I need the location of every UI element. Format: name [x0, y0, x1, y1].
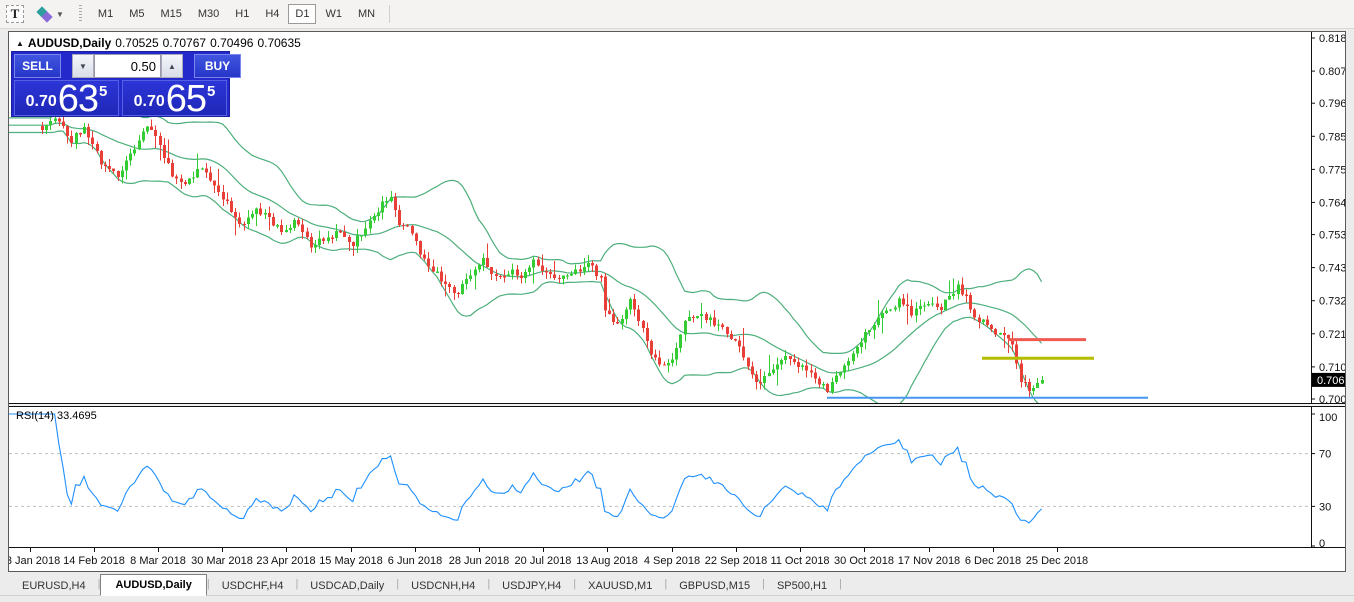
indicators-icon: [37, 6, 53, 22]
volume-stepper: ▼ ▲: [63, 54, 192, 78]
date-label: 28 Jun 2018: [449, 555, 510, 567]
date-label: 23 Apr 2018: [256, 555, 315, 567]
date-label: 30 Mar 2018: [191, 555, 253, 567]
svg-text:70: 70: [1319, 449, 1331, 461]
sell-price-box[interactable]: 0.70 63 5: [14, 80, 119, 116]
date-label: 11 Oct 2018: [770, 555, 829, 567]
volume-decrease-button[interactable]: ▼: [72, 54, 94, 78]
date-axis: 23 Jan 201814 Feb 2018 8 Mar 2018 30 Mar 2…: [9, 547, 1345, 571]
tab-xauusd-m1[interactable]: XAUUSD,M1: [576, 576, 664, 595]
ohlc-low: 0.70496: [210, 36, 253, 50]
sell-price-pip: 5: [99, 83, 107, 100]
chevron-down-icon: ▼: [56, 10, 64, 19]
timeframe-m1[interactable]: M1: [91, 4, 120, 24]
svg-text:0: 0: [1319, 538, 1325, 547]
ohlc-open: 0.70525: [115, 36, 158, 50]
toolbar-separator: [389, 5, 390, 23]
svg-text:0.70010: 0.70010: [1319, 394, 1345, 403]
svg-text:0.71060: 0.71060: [1319, 362, 1345, 374]
date-label: 17 Nov 2018: [898, 555, 960, 567]
buy-price-small: 0.70: [134, 93, 165, 111]
tab-eurusd-h4[interactable]: EURUSD,H4: [10, 576, 98, 595]
ohlc-close: 0.70635: [257, 36, 300, 50]
timeframe-m5[interactable]: M5: [122, 4, 151, 24]
timeframe-mn[interactable]: MN: [351, 4, 382, 24]
date-label: 13 Aug 2018: [576, 555, 638, 567]
mt4-terminal: { "toolbar": { "text_tool_label": "T", "…: [0, 0, 1354, 602]
timeframe-w1[interactable]: W1: [318, 4, 349, 24]
buy-price-big: 65: [166, 84, 206, 114]
chart-tabs: EURUSD,H4|AUDUSD,Daily|USDCHF,H4|USDCAD,…: [0, 572, 1354, 602]
timeframe-m15[interactable]: M15: [153, 4, 188, 24]
tab-usdjpy-h4[interactable]: USDJPY,H4: [490, 576, 573, 595]
svg-text:0.77510: 0.77510: [1319, 164, 1345, 176]
svg-text:0.75380: 0.75380: [1319, 230, 1345, 242]
svg-text:0.79670: 0.79670: [1319, 98, 1345, 110]
date-label: 25 Dec 2018: [1026, 555, 1088, 567]
timeframe-d1[interactable]: D1: [288, 4, 316, 24]
main-chart-pane[interactable]: 0.81800 0.80720 0.79670 0.78590 0.77510 0.764…: [9, 32, 1345, 403]
date-label: 8 Mar 2018: [130, 555, 186, 567]
svg-text:0.78590: 0.78590: [1319, 131, 1345, 143]
sell-price-big: 63: [58, 84, 98, 114]
tab-usdcnh-h4[interactable]: USDCNH,H4: [399, 576, 487, 595]
svg-text:0.74300: 0.74300: [1319, 263, 1345, 275]
volume-input[interactable]: [94, 54, 161, 78]
one-click-trade-panel: SELL ▼ ▲ BUY 0.70 63 5 0.70 65 5: [11, 51, 230, 117]
toolbar-grip[interactable]: [79, 5, 82, 23]
date-label: 30 Oct 2018: [834, 555, 894, 567]
symbol-period-label: AUDUSD,Daily: [28, 36, 111, 50]
tab-gbpusd-m15[interactable]: GBPUSD,M15: [667, 576, 762, 595]
volume-increase-button[interactable]: ▲: [161, 54, 183, 78]
date-label: 22 Sep 2018: [705, 555, 767, 567]
rsi-pane[interactable]: 100 70 30 0 RSI(14) 33.4695: [9, 407, 1345, 547]
date-label: 14 Feb 2018: [63, 555, 125, 567]
svg-text:30: 30: [1319, 501, 1331, 513]
svg-text:0.81800: 0.81800: [1319, 33, 1345, 45]
date-label: 15 May 2018: [319, 555, 383, 567]
svg-text:0.70635: 0.70635: [1317, 375, 1345, 387]
date-label: 20 Jul 2018: [515, 555, 572, 567]
rsi-label: RSI(14) 33.4695: [16, 410, 97, 422]
date-label: 4 Sep 2018: [644, 555, 700, 567]
svg-text:0.76430: 0.76430: [1319, 197, 1345, 209]
chart-title: ▲ AUDUSD,Daily 0.70525 0.70767 0.70496 0…: [16, 36, 301, 50]
tab-separator: |: [839, 578, 842, 590]
rsi-canvas[interactable]: 100 70 30 0: [9, 407, 1345, 547]
tab-audusd-daily[interactable]: AUDUSD,Daily: [100, 574, 206, 596]
tab-sp500-h1[interactable]: SP500,H1: [765, 576, 839, 595]
buy-button[interactable]: BUY: [194, 54, 241, 78]
toolbar: T ▼ M1M5M15M30H1H4D1W1MN: [0, 0, 1354, 29]
buy-price-pip: 5: [207, 83, 215, 100]
date-label: 6 Jun 2018: [388, 555, 442, 567]
tab-usdchf-h4[interactable]: USDCHF,H4: [210, 576, 296, 595]
ohlc-high: 0.70767: [163, 36, 206, 50]
svg-text:0.73220: 0.73220: [1319, 296, 1345, 308]
chart-window: 0.81800 0.80720 0.79670 0.78590 0.77510 0.764…: [8, 31, 1346, 572]
sell-button[interactable]: SELL: [14, 54, 61, 78]
timeframe-m30[interactable]: M30: [191, 4, 226, 24]
text-tool-button[interactable]: T: [6, 5, 24, 23]
svg-text:100: 100: [1319, 412, 1337, 424]
svg-text:0.72140: 0.72140: [1319, 329, 1345, 341]
sell-price-small: 0.70: [26, 93, 57, 111]
buy-price-box[interactable]: 0.70 65 5: [122, 80, 227, 116]
date-label: 6 Dec 2018: [965, 555, 1021, 567]
svg-text:0.80720: 0.80720: [1319, 66, 1345, 78]
trade-panel-toggle[interactable]: ▲: [16, 39, 24, 48]
timeframe-h4[interactable]: H4: [258, 4, 286, 24]
indicators-button[interactable]: ▼: [34, 4, 67, 24]
date-label: 23 Jan 2018: [9, 555, 60, 567]
timeframe-h1[interactable]: H1: [228, 4, 256, 24]
tab-usdcad-daily[interactable]: USDCAD,Daily: [298, 576, 396, 595]
